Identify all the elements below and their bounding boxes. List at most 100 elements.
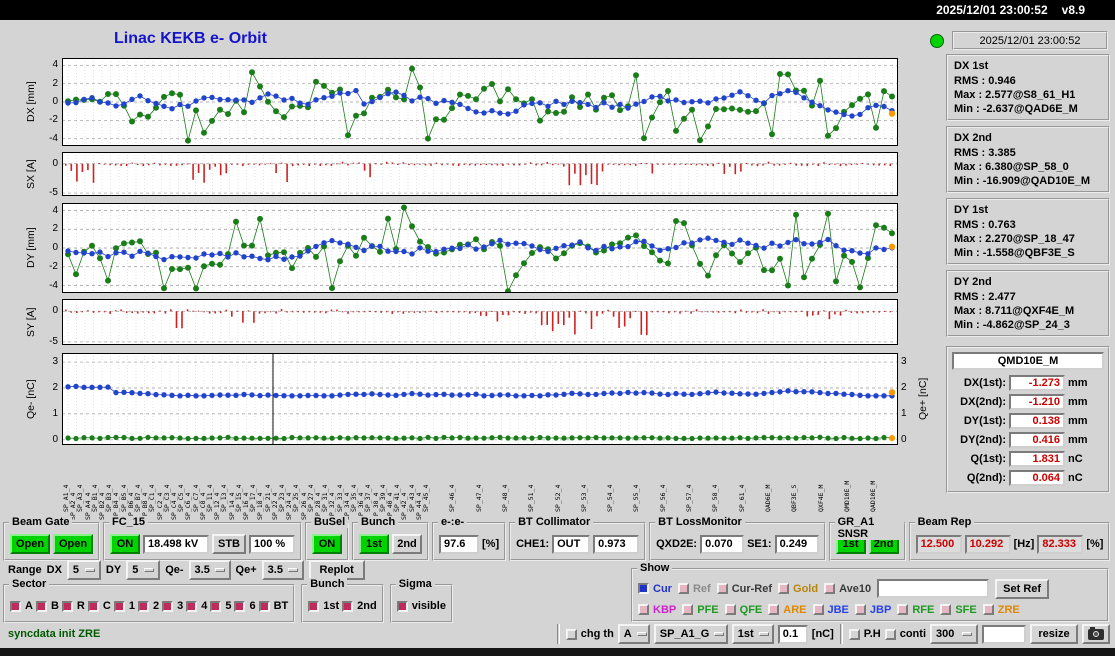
checkbox-p-h[interactable]: P.H (848, 628, 881, 640)
beam-rep-duty-entry[interactable] (1037, 534, 1084, 554)
checkbox-conti[interactable]: conti (884, 628, 926, 640)
y-tick-label: 2 (52, 223, 58, 235)
checkbox-ave10[interactable]: Ave10 (824, 583, 871, 595)
fc15-voltage-entry[interactable] (143, 534, 209, 554)
checkbox-are[interactable]: ARE (768, 603, 807, 616)
x-axis-bpm-label: QMD10E_M (842, 480, 851, 512)
fc15-percent-entry[interactable] (249, 534, 295, 554)
button-resize[interactable]: resize (1030, 624, 1078, 644)
checkbox-cur-ref[interactable]: Cur-Ref (716, 583, 772, 595)
screenshot-camera-button[interactable] (1082, 624, 1110, 644)
checkbox-b[interactable]: B (35, 600, 59, 612)
checkbox-1st[interactable]: 1st (308, 600, 339, 612)
checkbox-2[interactable]: 2 (137, 600, 159, 612)
charge-ratio-entry[interactable] (439, 534, 479, 554)
checkbox-jbp[interactable]: JBP (854, 604, 891, 616)
y-tick-label: -4 (49, 132, 58, 144)
checkbox-2nd[interactable]: 2nd (342, 600, 377, 612)
checkbox-indicator-icon (884, 628, 896, 640)
beam-rep-1st-entry[interactable] (915, 534, 962, 554)
checkbox-indicator-icon (308, 600, 320, 612)
button-stb[interactable]: STB (212, 534, 246, 554)
checkbox-pfe[interactable]: PFE (682, 604, 719, 616)
button-set-ref[interactable]: Set Ref (995, 578, 1050, 599)
checkbox-5[interactable]: 5 (210, 600, 231, 612)
select-5[interactable]: 5 (66, 560, 101, 580)
button-open[interactable]: Open (10, 534, 50, 554)
stats-line: RMS : 2.477 (954, 291, 1016, 303)
checkbox-4[interactable]: 4 (186, 600, 207, 612)
select-3-5[interactable]: 3.5 (261, 560, 304, 580)
checkbox-label: C (102, 600, 111, 612)
select-1st[interactable]: 1st (731, 624, 774, 644)
y-tick-label: -5 (49, 187, 58, 199)
checkbox-cur[interactable]: Cur (638, 583, 672, 595)
y-tick-label: 0 (52, 433, 58, 445)
select-sp-a1-g[interactable]: SP_A1_G (653, 624, 728, 644)
checkbox-indicator-icon (113, 600, 125, 612)
frame-busel: BuSel ON (305, 516, 349, 561)
label-dy: DY (105, 564, 122, 576)
beam-rep-2nd-entry[interactable] (964, 534, 1011, 554)
checkbox-indicator-icon (61, 600, 73, 612)
select-300[interactable]: 300 (930, 624, 978, 644)
button-replot[interactable]: Replot (308, 560, 365, 580)
monitor-value-row: DX(1st): -1.273 mm (952, 373, 1104, 392)
checkbox-qfe[interactable]: QFE (724, 604, 762, 616)
checkbox-indicator-icon (342, 600, 354, 612)
che1-state-entry[interactable] (552, 534, 591, 554)
interval-entry[interactable] (982, 624, 1026, 644)
checkbox-r[interactable]: R (61, 600, 85, 612)
button-on[interactable]: ON (110, 534, 140, 554)
se1-loss-entry[interactable] (774, 534, 819, 554)
monitor-value-unit: mm (1068, 376, 1088, 389)
checkbox-ref[interactable]: Ref (677, 583, 711, 595)
checkbox-rfe[interactable]: RFE (897, 604, 934, 616)
checkbox-c[interactable]: C (87, 600, 111, 612)
checkbox-indicator-icon (854, 604, 866, 615)
frame-bt-lossmonitor: BT LossMonitor QXD2E: SE1: (649, 516, 826, 561)
checkbox-indicator-icon (682, 604, 694, 615)
checkbox-indicator-icon (565, 628, 577, 640)
checkbox-visible[interactable]: visible (396, 600, 446, 612)
y-tick-label: 4 (52, 204, 58, 216)
monitor-value-label: Q(1st): (970, 452, 1006, 465)
select-a[interactable]: A (617, 624, 650, 644)
y-tick-label: 4 (52, 59, 58, 71)
checkbox-kbp[interactable]: KBP (638, 604, 676, 616)
checkbox-1[interactable]: 1 (113, 600, 135, 612)
menu-indicator-icon (214, 568, 225, 572)
checkbox-a[interactable]: A (10, 600, 33, 612)
checkbox-label: 2nd (357, 600, 377, 612)
checkbox-sfe[interactable]: SFE (940, 604, 977, 616)
checkbox-label: Ave10 (839, 582, 872, 595)
ref-name-entry[interactable] (877, 579, 990, 598)
selected-value: A (623, 628, 632, 640)
button-on[interactable]: ON (312, 534, 342, 554)
checkbox-bt[interactable]: BT (258, 600, 288, 612)
qxd2e-loss-entry[interactable] (700, 534, 745, 554)
button-2nd[interactable]: 2nd (392, 534, 422, 554)
checkbox-label: ARE (783, 603, 807, 616)
che1-value-entry[interactable] (593, 534, 640, 554)
stats-heading: DX 1st (954, 60, 989, 72)
threshold-entry[interactable] (777, 624, 808, 644)
monitor-name-entry[interactable]: QMD10E_M (952, 352, 1104, 370)
monitor-value-unit: mm (1068, 395, 1088, 408)
frame-label: Show (637, 562, 673, 574)
checkbox-jbe[interactable]: JBE (812, 604, 849, 616)
selected-value: 5 (72, 564, 80, 576)
checkbox-gold[interactable]: Gold (778, 583, 818, 595)
checkbox-indicator-icon (396, 600, 408, 612)
frame-beam-gate: Beam Gate Open Open (3, 516, 100, 561)
button-1st[interactable]: 1st (359, 534, 389, 554)
checkbox-indicator-icon (724, 604, 736, 615)
checkbox-zre[interactable]: ZRE (982, 604, 1020, 616)
select-5[interactable]: 5 (126, 560, 161, 580)
checkbox-3[interactable]: 3 (162, 600, 183, 612)
checkbox-chg-th[interactable]: chg th (565, 628, 614, 640)
select-3-5[interactable]: 3.5 (188, 560, 231, 580)
button-open[interactable]: Open (53, 534, 93, 554)
checkbox-label: chg th (580, 628, 614, 640)
checkbox-6[interactable]: 6 (234, 600, 256, 612)
